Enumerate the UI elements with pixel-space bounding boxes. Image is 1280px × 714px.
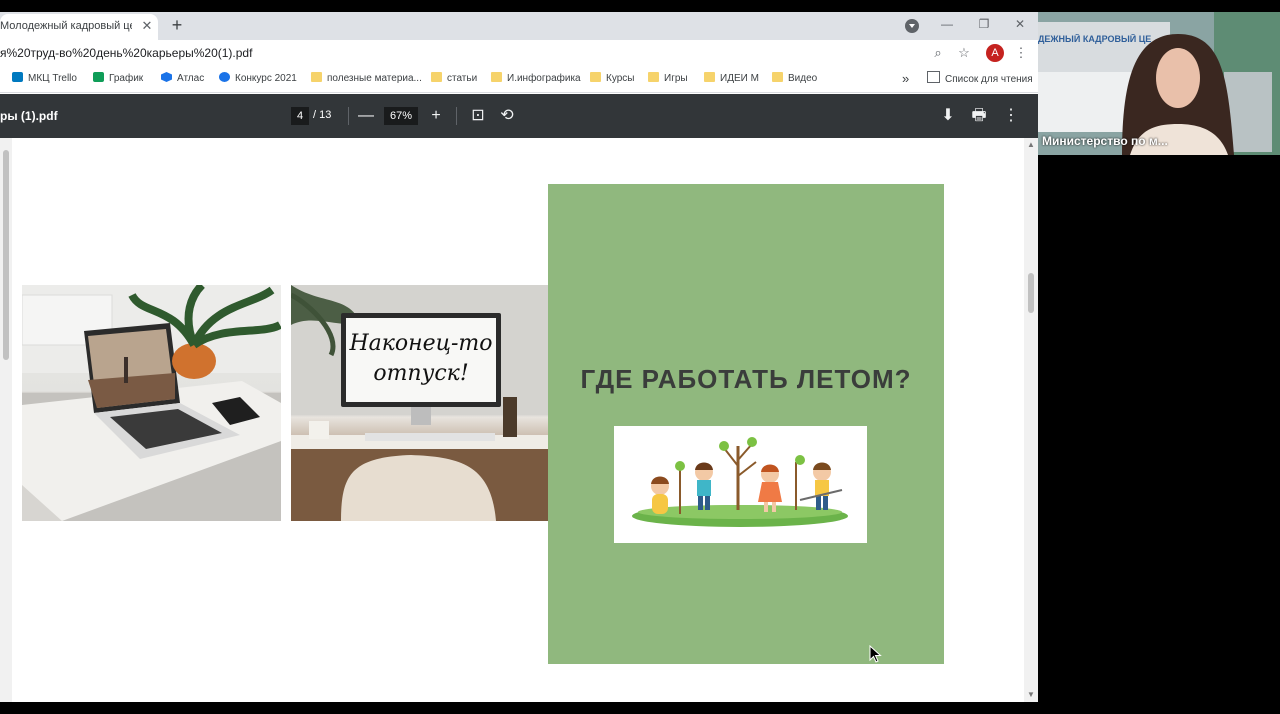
scroll-down-arrow-icon[interactable]: ▼ [1024,690,1038,700]
right-scrollbar[interactable]: ▲ ▼ [1024,138,1038,702]
kids-planting-illustration [614,426,867,543]
webcam-background-sign: ДЕЖНЫЙ КАДРОВЫЙ ЦЕ [1038,34,1152,44]
monitor-text-line2: отпуск! [373,361,469,386]
reading-list-icon [927,71,940,83]
bookmark-folder-articles[interactable]: статьи [431,71,477,87]
close-window-button[interactable]: ✕ [1009,14,1031,34]
bookmark-label: Игры [664,73,688,84]
bookmark-trello[interactable]: МКЦ Trello [12,71,77,87]
sheets-icon [93,72,104,82]
pdf-file-title: ры (1).pdf [0,109,58,123]
zoom-in-button[interactable]: + [425,105,447,127]
folder-icon [648,72,659,82]
bookmark-folder-infographics[interactable]: И.инфографика [491,71,581,87]
bookmark-label: График [109,73,144,84]
pdf-more-button[interactable]: ⋮ [1000,105,1022,127]
left-scrollbar-thumb[interactable] [3,150,9,360]
bookmark-label: статьи [447,73,478,84]
folder-icon [590,72,601,82]
bookmark-label: Конкурс 2021 [235,73,297,84]
browser-menu-icon[interactable]: ⋮ [1012,44,1030,62]
monitor-text: Наконец-то отпуск! [346,329,496,389]
bookmark-label: Курсы [606,73,635,84]
bookmark-konkurs[interactable]: Конкурс 2021 [219,71,297,87]
minimize-button[interactable]: — [936,14,958,34]
divider [456,107,457,125]
monitor-text-line1: Наконец-то [349,331,493,356]
bookmark-folder-materials[interactable]: полезные материа... [311,71,422,87]
bookmarks-bar: МКЦ Trello График Атлас Конкурс 2021 пол… [0,66,1038,93]
trello-icon [12,72,23,82]
page-total: / 13 [313,109,332,121]
fit-page-button[interactable]: ⊡ [467,105,489,127]
divider [348,107,349,125]
tab-search-icon[interactable] [905,19,919,33]
reading-list-button[interactable]: Список для чтения [927,71,1033,87]
atlas-icon [161,72,172,82]
bookmark-label: И.инфографика [507,73,581,84]
monitor-desk-illustration [291,285,550,521]
right-scrollbar-thumb[interactable] [1028,273,1034,313]
folder-icon [772,72,783,82]
bookmark-label: Атлас [177,73,205,84]
pdf-viewport[interactable]: Наконец-то отпуск! ГДЕ РАБОТАТЬ ЛЕТОМ? ▲… [0,138,1038,702]
bookmark-folder-video[interactable]: Видео [772,71,817,87]
bookmark-grafik[interactable]: График [93,71,143,87]
tab-title: Молодежный кадровый центр [0,20,132,32]
pdf-toolbar: ры (1).pdf 4 / 13 — 67% + ⊡ ⟲ ⬇ 🖶 ⋮ [0,94,1038,138]
scroll-up-arrow-icon[interactable]: ▲ [1024,140,1038,150]
zoom-level-input[interactable]: 67% [384,107,418,125]
pdf-page: Наконец-то отпуск! ГДЕ РАБОТАТЬ ЛЕТОМ? [12,138,1024,702]
active-tab[interactable]: Молодежный кадровый центр ✕ [0,14,158,40]
download-button[interactable]: ⬇ [937,105,959,127]
bookmark-label: полезные материа... [327,73,422,84]
browser-window: Молодежный кадровый центр ✕ + — ❐ ✕ я%20… [0,12,1038,702]
bookmark-star-icon[interactable]: ☆ [955,44,973,62]
folder-icon [311,72,322,82]
bookmark-folder-ideas[interactable]: ИДЕИ М [704,71,759,87]
slide-title: ГДЕ РАБОТАТЬ ЛЕТОМ? [580,364,912,394]
participant-name: Министерство по м... [1042,134,1168,148]
bookmark-atlas[interactable]: Атлас [161,71,204,87]
folder-icon [704,72,715,82]
new-tab-button[interactable]: + [168,15,186,35]
tab-strip: Молодежный кадровый центр ✕ + — ❐ ✕ [0,12,1038,40]
zoom-out-button[interactable]: — [355,105,377,127]
tab-close-icon[interactable]: ✕ [140,18,154,34]
address-toolbar: я%20труд-во%20день%20карьеры%20(1).pdf ⌕… [0,40,1038,66]
profile-avatar[interactable]: А [986,44,1004,62]
folder-icon [491,72,502,82]
address-bar[interactable]: я%20труд-во%20день%20карьеры%20(1).pdf [0,46,700,60]
konkurs-icon [219,72,230,82]
page-number-input[interactable]: 4 [291,107,309,125]
laptop-desk-illustration [22,285,281,521]
green-slide-panel: ГДЕ РАБОТАТЬ ЛЕТОМ? [548,184,944,664]
left-scrollbar[interactable] [0,138,12,702]
laptop-desk-photo [22,285,281,521]
bookmark-label: ИДЕИ М [720,73,759,84]
bookmark-label: МКЦ Trello [28,73,77,84]
webcam-tile[interactable]: ДЕЖНЫЙ КАДРОВЫЙ ЦЕ Министерство по м... [1038,12,1280,155]
bookmark-folder-courses[interactable]: Курсы [590,71,634,87]
bookmark-folder-games[interactable]: Игры [648,71,688,87]
zoom-icon[interactable]: ⌕ [929,44,947,62]
bookmarks-overflow-button[interactable]: » [902,71,909,87]
vacation-desk-photo: Наконец-то отпуск! [291,285,550,521]
folder-icon [431,72,442,82]
print-button[interactable]: 🖶 [968,105,990,127]
bookmark-label: Видео [788,73,818,84]
kids-planting-drawing [632,437,848,527]
rotate-button[interactable]: ⟲ [496,105,518,127]
mouse-cursor-icon [869,645,882,663]
restore-button[interactable]: ❐ [973,14,995,34]
reading-list-label: Список для чтения [945,74,1033,85]
